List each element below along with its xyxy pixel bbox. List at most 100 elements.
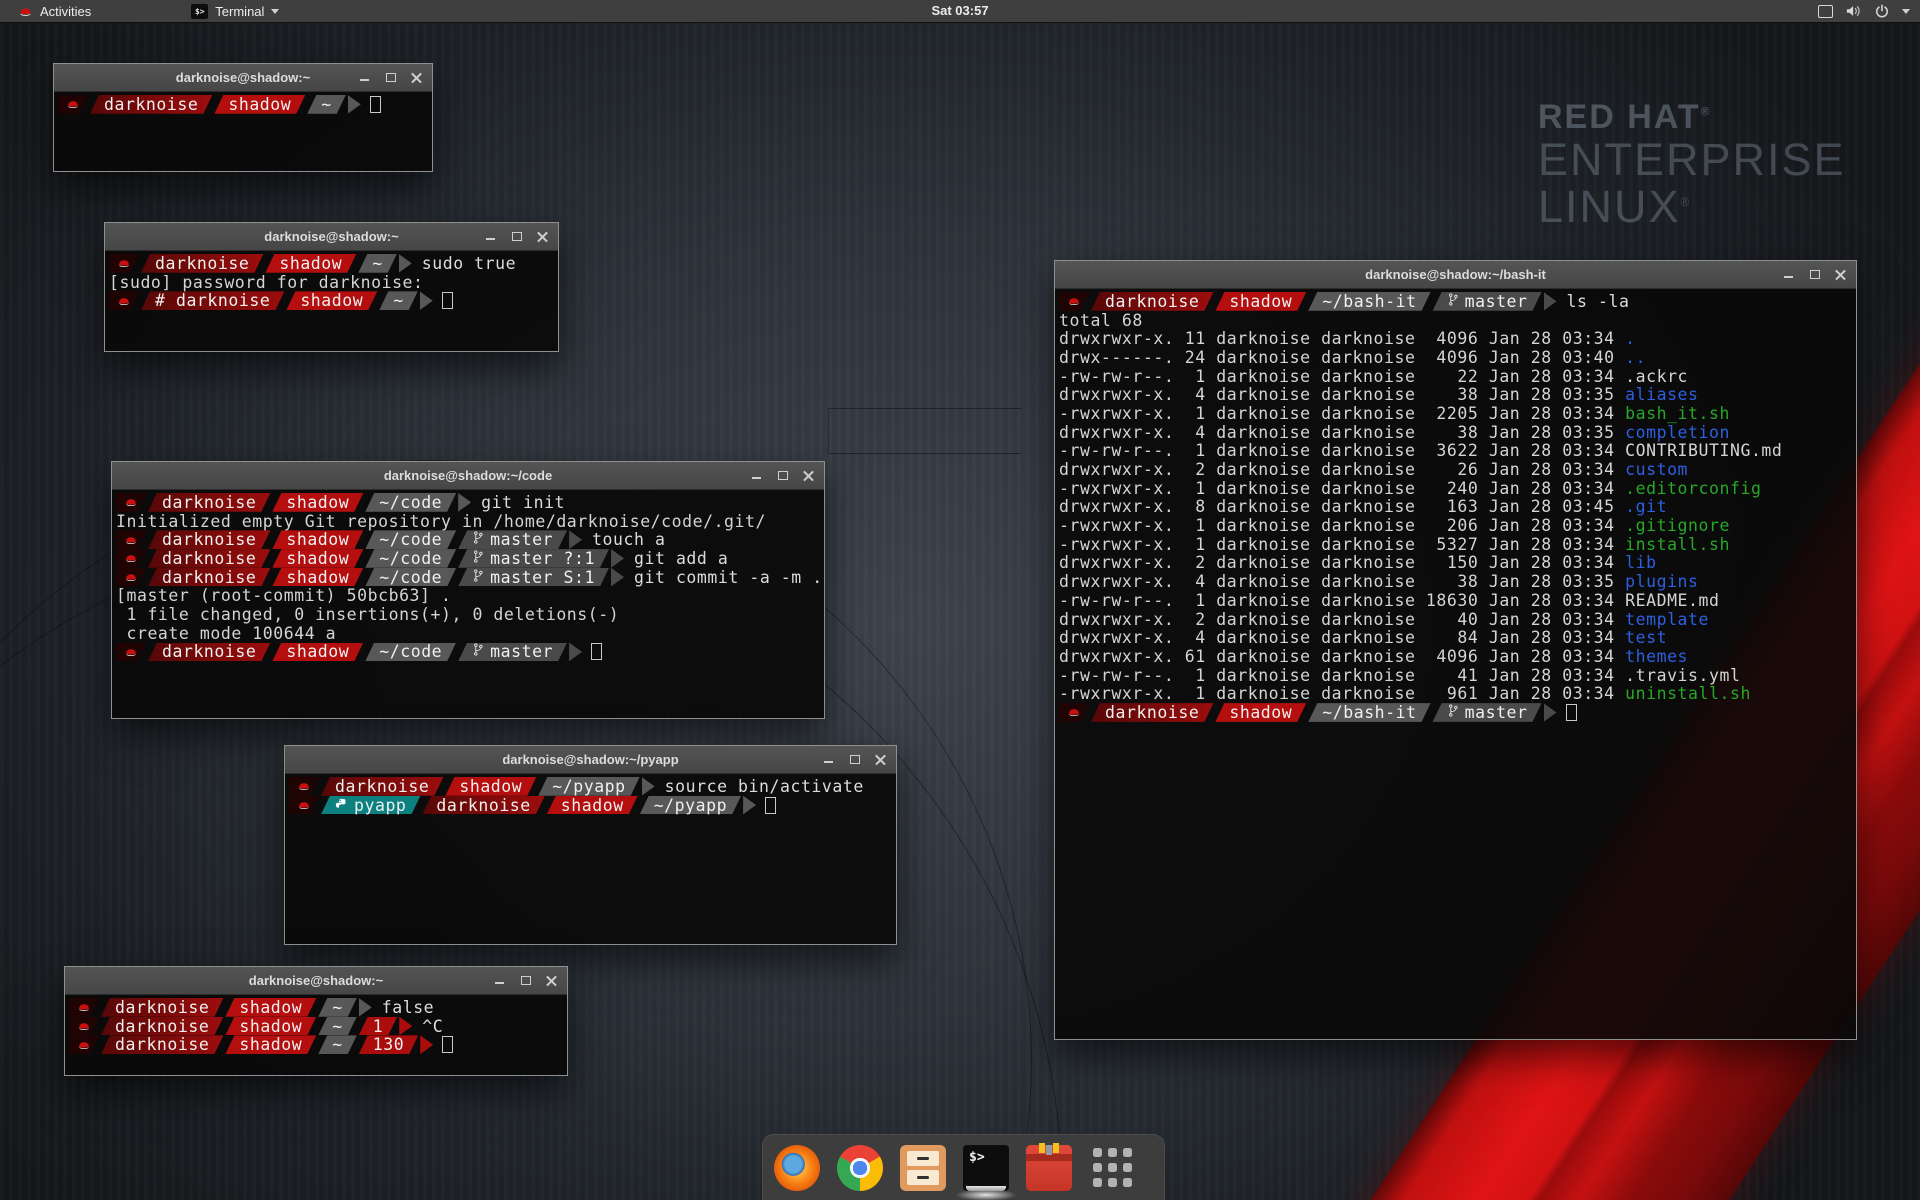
segment-text: 130 — [373, 1035, 404, 1054]
output-text: total 68 — [1059, 311, 1143, 330]
dock-item-show-applications[interactable] — [1089, 1145, 1135, 1191]
segment-text: shadow — [561, 796, 624, 815]
segment-text: darknoise — [162, 568, 256, 587]
ls-file-name: lib — [1625, 553, 1656, 572]
maximize-button[interactable] — [849, 754, 860, 765]
prompt-segment-path: ~/code — [365, 643, 456, 662]
window-title: darknoise@shadow:~ — [249, 973, 383, 988]
prompt-arrow-cap — [611, 549, 624, 568]
rhel-logo-enterprise: ENTERPRISE — [1538, 137, 1846, 184]
terminal-content[interactable]: darknoiseshadow~ — [54, 92, 432, 171]
terminal-content[interactable]: darknoiseshadow~falsedarknoiseshadow~1^C… — [65, 995, 567, 1075]
maximize-button[interactable] — [385, 72, 396, 83]
maximize-button[interactable] — [511, 231, 522, 242]
ls-output-line: drwxrwxr-x. 11 darknoise darknoise 4096 … — [1059, 329, 1856, 348]
terminal-content[interactable]: darknoiseshadow~/pyappsource bin/activat… — [285, 774, 896, 944]
segment-text: shadow — [459, 777, 522, 796]
close-button[interactable] — [875, 754, 886, 765]
terminal-output-line: [master (root-commit) 50bcb63] . — [116, 586, 824, 605]
titlebar[interactable]: darknoise@shadow:~ — [54, 64, 432, 92]
prompt-segment-host: shadow — [225, 998, 316, 1017]
terminal-content[interactable]: darknoiseshadow~/codegit initInitialized… — [112, 490, 824, 718]
maximize-button[interactable] — [520, 975, 531, 986]
terminal-content[interactable]: darknoiseshadow~sudo true[sudo] password… — [105, 251, 558, 351]
branch-icon — [472, 530, 484, 549]
segment-text: shadow — [300, 291, 363, 310]
minimize-button[interactable] — [751, 470, 762, 481]
minimize-button[interactable] — [823, 754, 834, 765]
prompt-segment-path: ~/code — [365, 549, 456, 568]
prompt-arrow-cap — [420, 291, 433, 310]
prompt-segment-branch: master — [1433, 292, 1542, 311]
dock-item-terminal[interactable]: $> — [963, 1145, 1009, 1191]
system-status-area[interactable] — [1818, 0, 1910, 22]
terminal-cursor — [591, 643, 602, 660]
minimize-button[interactable] — [494, 975, 505, 986]
terminal-cursor — [442, 1036, 453, 1053]
dock-item-files[interactable] — [900, 1145, 946, 1191]
segment-text: master — [1465, 703, 1528, 722]
output-text: 1 file changed, 0 insertions(+), 0 delet… — [116, 605, 619, 624]
ls-file-name: install.sh — [1625, 535, 1730, 554]
prompt-segment-user: darknoise — [141, 254, 263, 273]
prompt-line: darknoiseshadow~sudo true — [109, 254, 558, 273]
ls-output-line: drwxrwxr-x. 4 darknoise darknoise 38 Jan… — [1059, 572, 1856, 591]
dock-item-chrome[interactable] — [837, 1145, 883, 1191]
prompt-line: darknoiseshadow~/codemaster — [116, 643, 824, 662]
ls-line-details: -rw-rw-r--. 1 darknoise darknoise 3622 J… — [1059, 441, 1625, 460]
ls-output-line: drwxrwxr-x. 4 darknoise darknoise 84 Jan… — [1059, 628, 1856, 647]
titlebar[interactable]: darknoise@shadow:~/bash-it — [1055, 261, 1856, 289]
terminal-content[interactable]: darknoiseshadow~/bash-itmasterls -latota… — [1055, 289, 1856, 1039]
window-title: darknoise@shadow:~/bash-it — [1365, 267, 1546, 282]
close-button[interactable] — [537, 231, 548, 242]
segment-text: darknoise — [162, 549, 256, 568]
minimize-button[interactable] — [485, 231, 496, 242]
chevron-down-icon — [1902, 9, 1910, 14]
close-button[interactable] — [546, 975, 557, 986]
close-button[interactable] — [411, 72, 422, 83]
branch-icon — [472, 642, 484, 661]
ls-line-details: drwxrwxr-x. 4 darknoise darknoise 84 Jan… — [1059, 628, 1625, 647]
ls-line-details: drwxrwxr-x. 4 darknoise darknoise 38 Jan… — [1059, 385, 1625, 404]
ls-output-line: -rw-rw-r--. 1 darknoise darknoise 3622 J… — [1059, 442, 1856, 461]
titlebar[interactable]: darknoise@shadow:~ — [105, 223, 558, 251]
prompt-segment-user: darknoise — [90, 95, 212, 114]
segment-text: master S:1 — [490, 568, 595, 587]
ls-file-name: . — [1625, 329, 1635, 348]
maximize-button[interactable] — [1809, 269, 1820, 280]
segment-text: master ?:1 — [490, 549, 595, 568]
segment-text: ~/code — [379, 642, 442, 661]
close-button[interactable] — [1835, 269, 1846, 280]
titlebar[interactable]: darknoise@shadow:~/pyapp — [285, 746, 896, 774]
clock[interactable]: Sat 03:57 — [931, 0, 988, 22]
window-title: darknoise@shadow:~/pyapp — [502, 752, 678, 767]
ls-output-line: -rwxrwxr-x. 1 darknoise darknoise 5327 J… — [1059, 535, 1856, 554]
terminal-cursor — [1566, 704, 1577, 721]
segment-text: darknoise — [104, 95, 198, 114]
segment-text: shadow — [286, 530, 349, 549]
terminal-window-home-2: darknoise@shadow:~ darknoiseshadow~false… — [64, 966, 568, 1076]
prompt-arrow-cap — [642, 777, 655, 796]
power-icon — [1875, 4, 1889, 18]
command-text: touch a — [592, 530, 665, 549]
command-text: ^C — [422, 1017, 443, 1036]
minimize-button[interactable] — [359, 72, 370, 83]
dock-item-firefox[interactable] — [774, 1145, 820, 1191]
segment-text: darknoise — [436, 796, 530, 815]
minimize-button[interactable] — [1783, 269, 1794, 280]
prompt-segment-host: shadow — [286, 291, 377, 310]
dock-item-toolbox[interactable] — [1026, 1145, 1072, 1191]
prompt-segment-path: ~ — [318, 1035, 356, 1054]
prompt-arrow-cap — [359, 998, 372, 1017]
maximize-button[interactable] — [777, 470, 788, 481]
titlebar[interactable]: darknoise@shadow:~/code — [112, 462, 824, 490]
close-button[interactable] — [803, 470, 814, 481]
segment-text: master — [1465, 292, 1528, 311]
prompt-segment-host: shadow — [547, 796, 638, 815]
segment-text: master — [490, 642, 553, 661]
branch-icon — [472, 568, 484, 587]
titlebar[interactable]: darknoise@shadow:~ — [65, 967, 567, 995]
app-menu[interactable]: $> Terminal — [185, 0, 285, 22]
segment-text: ~/pyapp — [654, 796, 727, 815]
activities-button[interactable]: Activities — [10, 0, 99, 22]
